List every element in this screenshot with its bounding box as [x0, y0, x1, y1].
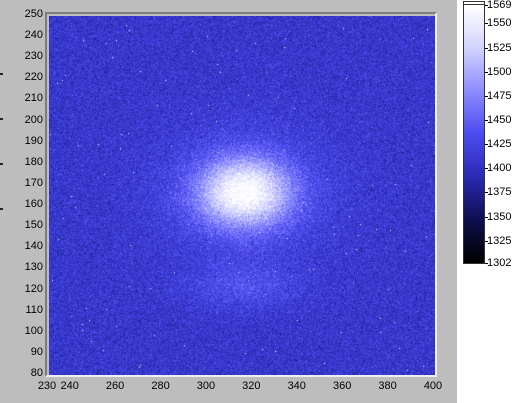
y-tick-label: 190	[24, 134, 43, 147]
colorbar-tick-label: 1525	[487, 41, 512, 54]
y-tick-label: 140	[24, 240, 43, 253]
colorbar-tick-label: 1375	[487, 186, 512, 199]
y-tick-label: 150	[24, 219, 43, 232]
x-tick-label: 300	[196, 380, 216, 392]
colorbar-tick-mark	[485, 192, 488, 194]
colorbar-tick-label: 1425	[487, 138, 512, 151]
x-tick-label: 340	[287, 380, 306, 392]
y-tick-label: 100	[24, 324, 43, 337]
colorbar-tick-mark	[485, 240, 488, 242]
colorbar-tick-mark	[485, 47, 488, 49]
colorbar-tick-label: 1550	[487, 17, 512, 30]
colorbar-tick-label: 1569	[487, 0, 512, 11]
color-scale-bar[interactable]	[463, 4, 485, 264]
colorbar-tick-mark	[485, 216, 488, 218]
colorbar-tick-mark	[485, 5, 488, 6]
colorbar-tick-mark	[485, 119, 488, 121]
x-tick-label: 260	[105, 380, 125, 392]
y-tick-label: 110	[25, 303, 43, 316]
colorbar-tick-label: 1350	[487, 210, 512, 223]
colorbar-tick-label: 1400	[487, 162, 512, 175]
y-tick-label: 240	[24, 29, 43, 42]
y-tick-label: 170	[24, 176, 43, 189]
colorbar-tick-mark	[485, 71, 488, 73]
x-tick-label: 280	[151, 380, 170, 392]
intensity-graph-plot-area[interactable]	[45, 12, 437, 377]
x-tick-label: 380	[378, 380, 397, 392]
colorbar-tick-mark	[485, 23, 488, 25]
x-tick-label: 400	[423, 380, 443, 392]
y-tick-label: 250	[24, 8, 43, 20]
colorbar-tick-mark	[485, 168, 488, 170]
y-tick-label: 200	[24, 113, 43, 126]
colorbar-tick-label: 1450	[487, 113, 512, 126]
y-tick-label: 90	[30, 345, 43, 358]
colorbar-tick-label: 1500	[487, 65, 512, 78]
colorbar-tick-mark	[485, 144, 488, 146]
y-tick-label: 80	[30, 367, 43, 379]
x-tick-label: 360	[332, 380, 352, 392]
colorbar-tick-label: 1302	[487, 257, 512, 269]
y-tick-label: 120	[24, 282, 43, 295]
y-tick-label: 230	[24, 50, 43, 63]
y-tick-label: 210	[24, 92, 43, 105]
x-tick-label: 240	[60, 380, 79, 392]
colorbar-tick-mark	[485, 95, 488, 97]
colorbar-tick-mark	[485, 263, 488, 264]
y-tick-label: 220	[24, 71, 43, 84]
y-tick-label: 130	[24, 261, 43, 274]
y-tick-label: 160	[24, 198, 43, 211]
graph-panel: 80 90 100 110 120 130 140 150 160 170 180 190 200 210…	[0, 0, 457, 403]
x-tick-label: 320	[242, 380, 261, 392]
y-tick-label: 180	[24, 155, 43, 168]
colorbar-tick-label: 1475	[487, 89, 512, 102]
colorbar-tick-label: 1325	[487, 234, 512, 247]
intensity-image[interactable]	[49, 16, 435, 375]
